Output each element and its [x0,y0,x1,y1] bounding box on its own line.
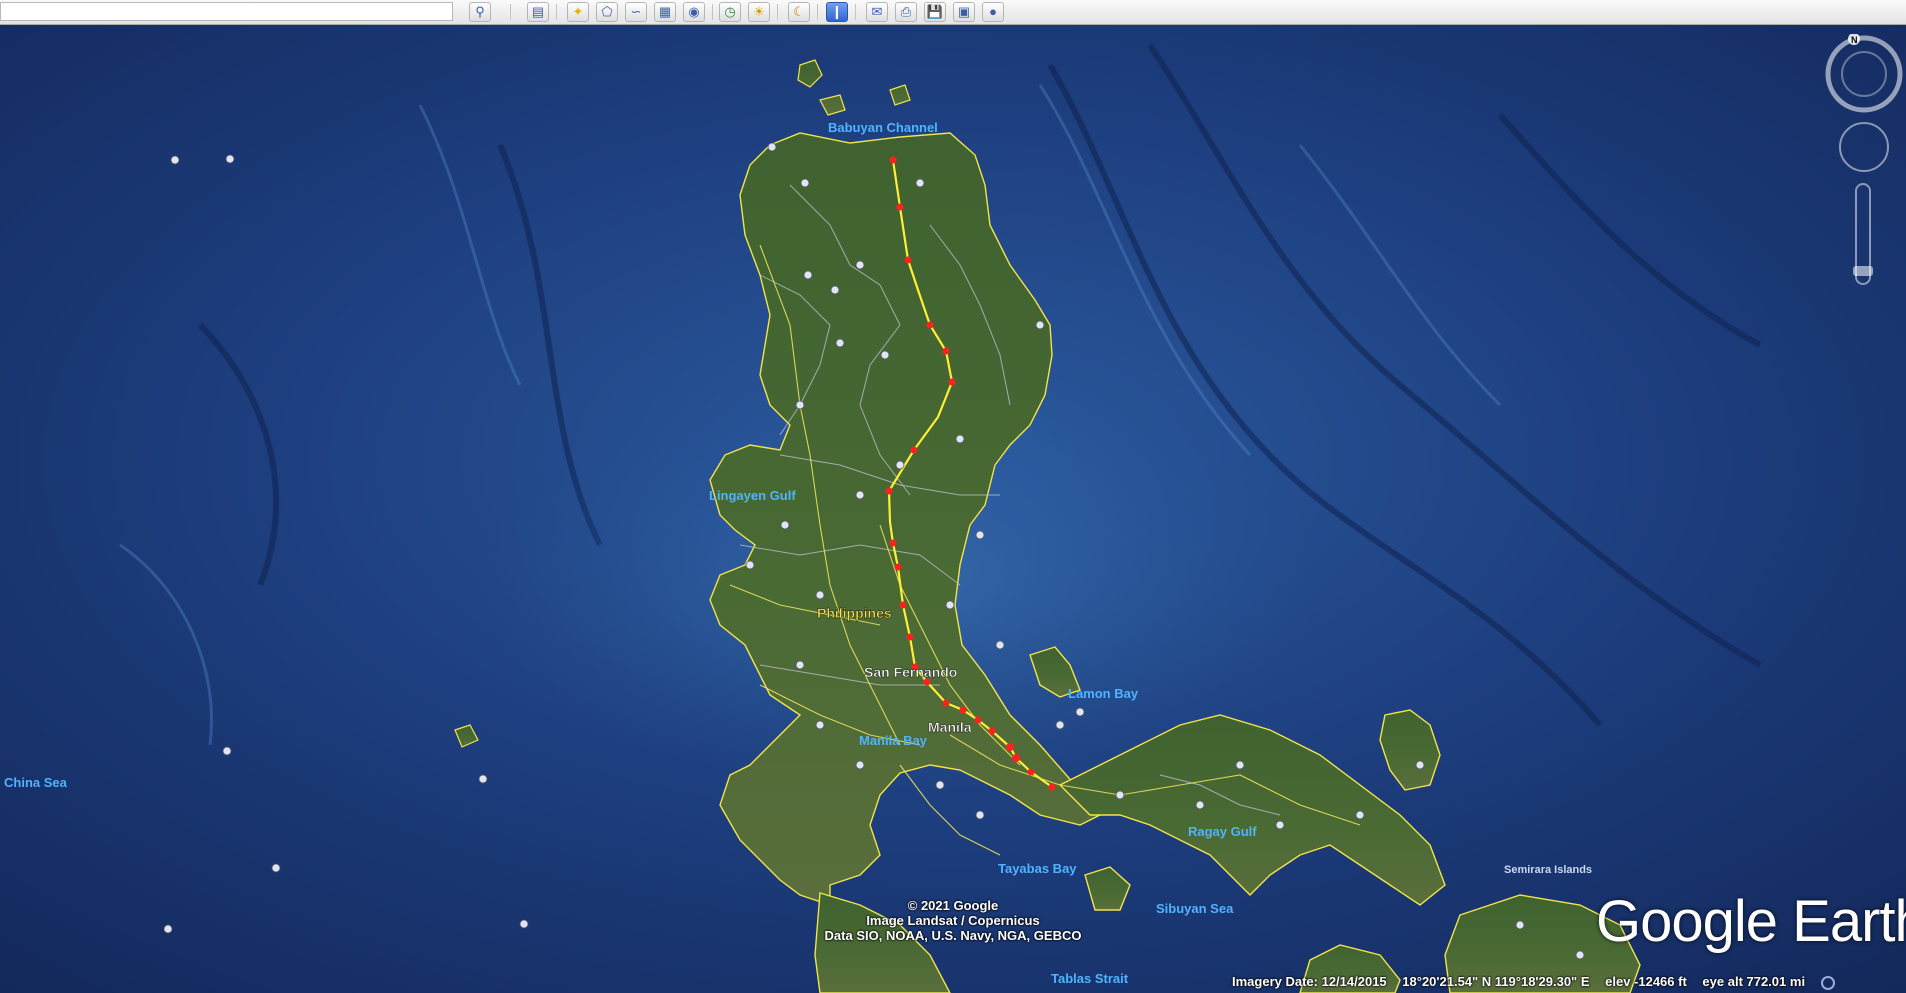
attribution-imagery: Image Landsat / Copernicus [866,913,1040,928]
toolbar-separator [777,4,778,20]
add-polygon-button[interactable]: ⬠ [596,2,618,22]
coordinates: 18°20'21.54" N 119°18'29.30" E [1402,974,1590,989]
search-input[interactable] [0,2,453,21]
label-ragay-gulf: Ragay Gulf [1188,824,1257,839]
search-button[interactable]: ⚲ [469,2,491,22]
add-overlay-button[interactable]: ▦ [654,2,676,22]
toolbar-separator [817,4,818,20]
print-icon: ⎙ [900,4,912,19]
label-philippines: Philippines [817,605,892,621]
label-tayabas-bay: Tayabas Bay [998,861,1077,876]
add-path-button[interactable]: ∽ [625,2,647,22]
earth-view-icon: ● [989,4,997,19]
ruler-button[interactable]: ❙ [826,2,848,22]
label-lamon-bay: Lamon Bay [1068,686,1139,701]
label-san-fernando: San Fernando [864,664,957,680]
print-button[interactable]: ⎙ [895,2,917,22]
save-image-button[interactable]: 💾 [924,2,946,22]
switch-to-sky-button[interactable]: ☾ [788,2,810,22]
add-polygon-icon: ⬠ [601,4,613,19]
email-button[interactable]: ✉ [866,2,888,22]
view-in-maps-button[interactable]: ▣ [953,2,975,22]
historical-imagery-button[interactable]: ◷ [719,2,741,22]
imagery-date: Imagery Date: 12/14/2015 [1232,974,1387,989]
sidebar-toggle-icon: ▤ [531,4,545,19]
attribution-copyright: © 2021 Google [907,898,999,913]
label-tablas-strait: Tablas Strait [1051,971,1129,986]
north-label: N [1851,35,1858,45]
add-overlay-icon: ▦ [658,4,672,19]
save-image-icon: 💾 [926,4,944,19]
attribution-data: Data SIO, NOAA, U.S. Navy, NGA, GEBCO [824,928,1082,943]
attribution: © 2021 Google Image Landsat / Copernicus… [808,898,1098,943]
label-lingayen-gulf: Lingayen Gulf [709,488,796,503]
move-joystick[interactable] [1839,122,1889,172]
look-joystick[interactable] [1825,35,1903,113]
label-sibuyan-sea: Sibuyan Sea [1156,901,1234,916]
sunlight-icon: ☀ [753,4,765,19]
earth-view-button[interactable]: ● [982,2,1004,22]
label-manila-bay: Manila Bay [859,733,928,748]
zoom-slider-thumb[interactable] [1853,266,1873,276]
google-earth-logo: Google Earth [1596,889,1906,954]
label-babuyan-channel: Babuyan Channel [828,120,938,135]
view-in-maps-icon: ▣ [957,4,971,19]
historical-imagery-icon: ◷ [724,4,736,19]
navigation-controls: N [1825,34,1903,285]
toolbar-separator [556,4,557,20]
email-icon: ✉ [871,4,883,19]
toolbar-separator [855,4,856,20]
sidebar-toggle-button[interactable]: ▤ [527,2,549,22]
record-tour-icon: ◉ [688,4,700,19]
sunlight-button[interactable]: ☀ [748,2,770,22]
label-china-sea: China Sea [4,775,68,790]
switch-to-sky-icon: ☾ [793,4,805,19]
label-manila: Manila [928,719,972,735]
add-placemark-icon: ✦ [572,4,584,19]
search-icon: ⚲ [475,4,485,19]
elevation: elev -12466 ft [1605,974,1687,989]
map-view[interactable]: Philippines San Fernando Manila Babuyan … [0,25,1906,993]
status-bar: Imagery Date: 12/14/2015 18°20'21.54" N … [1232,974,1835,992]
add-path-icon: ∽ [630,4,642,19]
toolbar-separator [510,4,511,20]
streaming-indicator-icon [1820,975,1835,990]
label-semirara-islands: Semirara Islands [1504,864,1592,876]
toolbar-separator [712,4,713,20]
zoom-slider[interactable] [1853,183,1873,285]
add-placemark-button[interactable]: ✦ [567,2,589,22]
toolbar: ⚲ ▤ ✦ ⬠ ∽ ▦ ◉ ◷ ☀ ☾ ❙ ✉ ⎙ 💾 ▣ ● [0,0,1906,25]
ruler-icon: ❙ [831,4,843,19]
record-tour-button[interactable]: ◉ [683,2,705,22]
eye-altitude: eye alt 772.01 mi [1702,974,1806,989]
